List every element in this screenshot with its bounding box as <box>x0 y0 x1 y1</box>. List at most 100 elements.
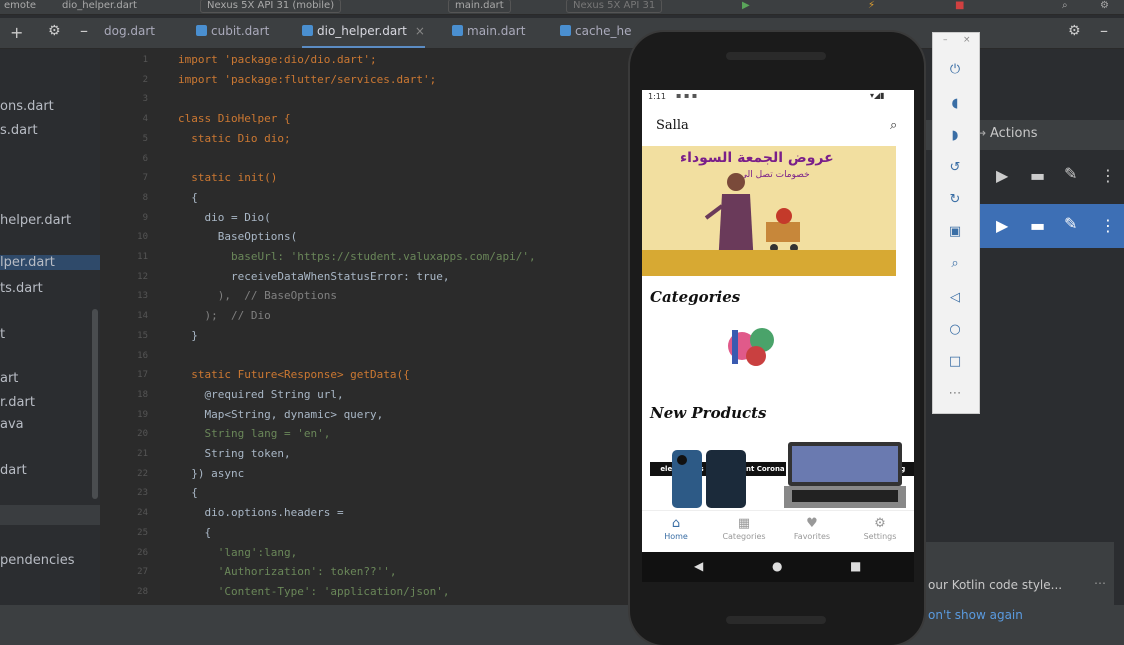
nav-home[interactable]: ⌂ Home <box>642 516 710 541</box>
back-icon[interactable]: ◀ <box>694 559 703 573</box>
sidebar-item[interactable]: ons.dart <box>0 99 54 114</box>
code-line[interactable]: ); // Dio <box>178 309 270 322</box>
close-icon[interactable]: × <box>415 24 425 38</box>
code-line[interactable]: @required String url, <box>178 388 343 401</box>
phone-product-image[interactable] <box>670 448 750 510</box>
nav-favorites[interactable]: ♥ Favorites <box>778 516 846 541</box>
tab-dio-helper[interactable]: dio_helper.dart × <box>302 24 425 48</box>
code-line[interactable]: } <box>178 329 198 342</box>
code-line[interactable]: { <box>178 526 211 539</box>
recents-icon[interactable]: ■ <box>850 559 861 573</box>
tab-dog[interactable]: dog.dart <box>104 24 155 46</box>
scrollbar[interactable] <box>92 309 98 499</box>
minimize-icon-right[interactable]: – <box>1100 21 1108 40</box>
edit-icon[interactable]: ✎ <box>1064 164 1077 183</box>
code-line[interactable]: }) async <box>178 467 244 480</box>
code-line[interactable]: import 'package:flutter/services.dart'; <box>178 73 436 86</box>
more-icon[interactable]: ⋯ <box>946 385 964 403</box>
sidebar-item[interactable]: helper.dart <box>0 213 71 228</box>
code-line[interactable]: dio = Dio( <box>178 211 270 224</box>
gear-icon-right[interactable]: ⚙ <box>1068 23 1081 39</box>
folder-icon[interactable]: ▬ <box>1030 166 1045 185</box>
zoom-icon[interactable]: ⌕ <box>946 255 964 273</box>
sidebar-item[interactable]: s.dart <box>0 123 38 138</box>
sidebar-item[interactable]: ava <box>0 417 24 432</box>
rotate-right-icon[interactable]: ↻ <box>946 191 964 209</box>
sidebar-item[interactable]: t <box>0 327 5 342</box>
home-button-icon[interactable]: ● <box>772 559 782 573</box>
sidebar-item[interactable]: pendencies <box>0 553 75 568</box>
run-icon[interactable]: ▶ <box>742 0 750 11</box>
gear-icon[interactable]: ⚙ <box>48 23 61 39</box>
stop-icon[interactable]: ■ <box>955 0 964 11</box>
edit-icon[interactable]: ✎ <box>1064 214 1077 233</box>
sidebar-item[interactable]: art <box>0 371 18 386</box>
search-icon[interactable]: ⌕ <box>890 118 897 133</box>
tab-cubit[interactable]: cubit.dart <box>196 24 269 46</box>
add-icon[interactable]: + <box>10 23 23 42</box>
code-line[interactable]: String token, <box>178 447 290 460</box>
volume-up-icon[interactable]: ◖ <box>946 95 964 113</box>
code-line[interactable]: { <box>178 486 198 499</box>
sidebar-item-highlight[interactable] <box>0 505 100 525</box>
more-icon[interactable]: ⋮ <box>1100 166 1116 185</box>
search-icon[interactable]: ⌕ <box>1062 0 1068 11</box>
play-icon[interactable]: ▶ <box>996 216 1008 235</box>
nav-settings[interactable]: ⚙ Settings <box>846 516 914 541</box>
sidebar-item[interactable]: dart <box>0 463 27 478</box>
line-number: 28 <box>137 586 148 597</box>
play-icon[interactable]: ▶ <box>996 166 1008 185</box>
screenshot-icon[interactable]: ▣ <box>946 223 964 241</box>
hot-reload-icon[interactable]: ⚡ <box>868 0 875 11</box>
line-number: 19 <box>137 409 148 420</box>
sidebar-item-selected[interactable]: lper.dart <box>0 255 100 270</box>
settings-icon[interactable]: ⚙ <box>1100 0 1109 11</box>
folder-icon[interactable]: ▬ <box>1030 216 1045 235</box>
code-line[interactable]: Map<String, dynamic> query, <box>178 408 383 421</box>
code-line[interactable]: class DioHelper { <box>178 112 291 125</box>
sidebar-item[interactable]: r.dart <box>0 395 35 410</box>
code-line[interactable]: baseUrl: 'https://student.valuxapps.com/… <box>178 250 536 263</box>
run-config-selector[interactable]: main.dart <box>448 0 511 13</box>
minimize-icon[interactable]: – <box>943 35 948 45</box>
device-selector[interactable]: Nexus 5X API 31 (mobile) <box>200 0 342 13</box>
code-line[interactable]: 'lang':lang, <box>178 546 297 559</box>
device-row-selected[interactable]: ▶ ▬ ✎ ⋮ <box>978 204 1124 248</box>
breadcrumb[interactable]: dio_helper.dart <box>62 0 137 11</box>
laptop-product-image[interactable] <box>782 440 908 512</box>
minimize-icon[interactable]: – <box>80 21 88 40</box>
code-editor[interactable]: 1 import 'package:dio/dio.dart'; 2 import '… <box>100 49 630 605</box>
code-line[interactable]: BaseOptions( <box>178 230 297 243</box>
more-icon[interactable]: ⋯ <box>1094 576 1106 590</box>
code-line[interactable]: receiveDataWhenStatusError: true, <box>178 270 450 283</box>
code-line[interactable]: ), // BaseOptions <box>178 289 337 302</box>
overview-icon[interactable]: □ <box>946 353 964 371</box>
device-row[interactable]: ▶ ▬ ✎ ⋮ <box>978 160 1124 190</box>
sidebar-item[interactable]: ts.dart <box>0 281 43 296</box>
device-selector-2[interactable]: Nexus 5X API 31 <box>566 0 663 13</box>
more-icon[interactable]: ⋮ <box>1100 216 1116 235</box>
code-line[interactable]: 'Authorization': token??'', <box>178 565 397 578</box>
remote-label: emote <box>4 0 37 11</box>
back-icon[interactable]: ◁ <box>946 289 964 307</box>
dont-show-link[interactable]: on't show again <box>928 608 1023 622</box>
nav-categories[interactable]: ▦ Categories <box>710 516 778 541</box>
code-line[interactable]: 'Content-Type': 'application/json', <box>178 585 450 598</box>
code-line[interactable]: static init() <box>178 171 277 184</box>
rotate-left-icon[interactable]: ↺ <box>946 159 964 177</box>
code-line[interactable]: String lang = 'en', <box>178 427 330 440</box>
power-icon[interactable]: ⏻ <box>946 61 964 79</box>
phone-screen[interactable]: 1:11 ▪ ▪ ▪ ▾◢▮ Salla ⌕ عروض الجمعة السود… <box>642 90 914 552</box>
code-line[interactable]: static Dio dio; <box>178 132 290 145</box>
home-icon[interactable]: ○ <box>946 321 964 339</box>
close-icon[interactable]: × <box>963 35 971 45</box>
code-line[interactable]: dio.options.headers = <box>178 506 343 519</box>
promo-banner[interactable]: عروض الجمعة السوداء خصومات تصل الى <box>642 146 896 276</box>
code-line[interactable]: { <box>178 191 198 204</box>
code-line[interactable]: static Future<Response> getData({ <box>178 368 410 381</box>
notice-text: our Kotlin code style... <box>928 578 1063 592</box>
volume-down-icon[interactable]: ◗ <box>946 127 964 145</box>
tab-cache-helper[interactable]: cache_he <box>560 24 632 46</box>
tab-main[interactable]: main.dart <box>452 24 525 46</box>
code-line[interactable]: import 'package:dio/dio.dart'; <box>178 53 377 66</box>
